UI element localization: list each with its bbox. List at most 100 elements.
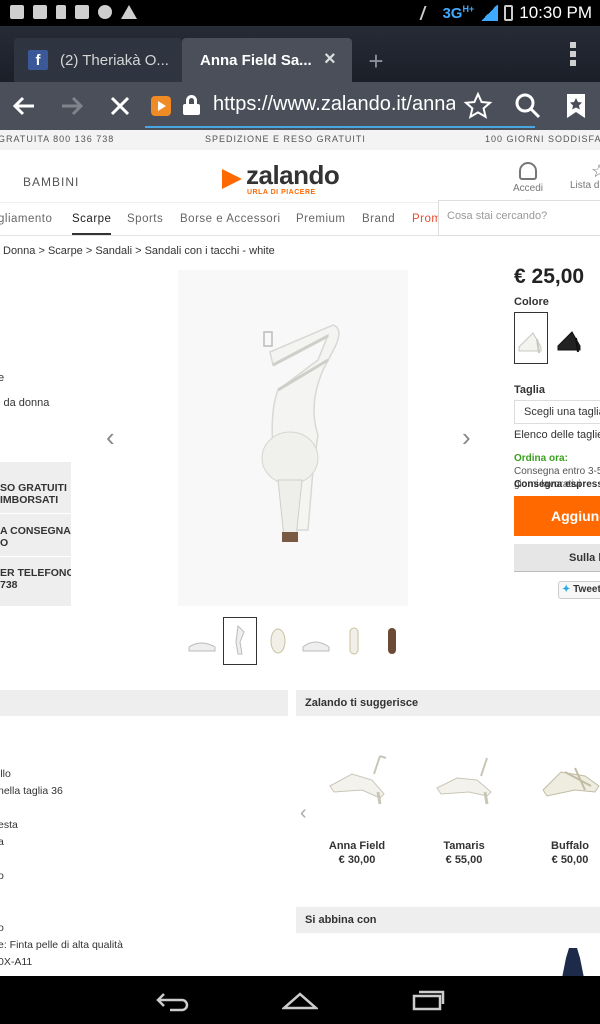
browser-tab-bar: f (2) Theriakà O... Anna Field Sa... × + xyxy=(0,26,600,82)
nav-scarpe[interactable]: Scarpe xyxy=(72,213,112,235)
returns-info: 100 GIORNI SODDISFATTI xyxy=(485,134,600,144)
web-page: GRATUITA 800 136 738 SPEDIZIONE E RESO G… xyxy=(0,130,600,976)
service-delivery[interactable]: A CONSEGNA O xyxy=(0,525,71,557)
mute-icon xyxy=(419,6,440,20)
thumbnail[interactable] xyxy=(261,617,295,665)
suggestion-item[interactable]: Buffalo € 50,00 xyxy=(530,726,600,866)
url-input[interactable]: https://www.zalando.it/anna-field-sandal… xyxy=(213,93,455,116)
next-image-arrow[interactable]: › xyxy=(462,422,471,453)
add-to-cart-button[interactable]: Aggiungi xyxy=(514,496,600,536)
service-phone[interactable]: ER TELEFONO 738 xyxy=(0,567,71,599)
order-now-label: Ordina ora: xyxy=(514,453,568,464)
image-icon xyxy=(75,5,89,19)
thumbnail[interactable] xyxy=(185,617,219,665)
product-info-text: e xyxy=(0,372,5,384)
suggestion-brand: Tamaris xyxy=(443,840,485,852)
suggestion-price: € 55,00 xyxy=(445,854,483,866)
secure-lock-icon xyxy=(183,95,200,115)
lock-icon xyxy=(56,5,66,19)
suggestion-brand: Buffalo xyxy=(551,840,589,852)
tab-title: Anna Field Sa... xyxy=(200,51,312,69)
color-swatch-white[interactable] xyxy=(514,312,548,364)
bookmark-star-icon[interactable] xyxy=(462,90,494,122)
battery-icon xyxy=(504,5,514,21)
flag-icon xyxy=(33,5,47,19)
forward-button[interactable] xyxy=(56,90,88,122)
gauge-icon xyxy=(98,5,112,19)
nav-sports[interactable]: Sports xyxy=(127,213,163,225)
page-load-progress xyxy=(145,126,535,128)
service-line: SO GRATUITI xyxy=(0,482,67,494)
nav-premium[interactable]: Premium xyxy=(296,213,346,225)
bookmarks-icon[interactable] xyxy=(560,90,592,122)
thumbnail-strip xyxy=(185,617,409,665)
wishlist-link[interactable]: ☆ Lista d xyxy=(570,162,600,191)
thumbnail-selected[interactable] xyxy=(223,617,257,665)
nav-brand[interactable]: Brand xyxy=(362,213,395,225)
stop-loading-button[interactable] xyxy=(104,90,136,122)
suggestion-image xyxy=(530,726,600,826)
logo-tagline: URLA DI PIACERE xyxy=(247,189,316,196)
dress-thumbnail[interactable] xyxy=(560,948,586,976)
tab-title: (2) Theriakà O... xyxy=(60,51,169,69)
suggestion-brand: Anna Field xyxy=(328,840,386,852)
product-category-text: i da donna xyxy=(0,397,50,409)
thumbnail[interactable] xyxy=(375,617,409,665)
color-label: Colore xyxy=(514,296,549,308)
close-tab-icon[interactable]: × xyxy=(324,49,340,69)
color-swatch-black[interactable] xyxy=(554,312,588,364)
back-nav-icon[interactable] xyxy=(154,988,190,1012)
prev-image-arrow[interactable]: ‹ xyxy=(106,422,115,453)
back-button[interactable] xyxy=(8,90,40,122)
logo-text: zalando xyxy=(246,160,340,190)
recent-apps-icon[interactable] xyxy=(410,988,446,1012)
suggestion-item[interactable]: Tamaris € 55,00 xyxy=(424,726,504,866)
home-nav-icon[interactable] xyxy=(282,988,318,1012)
tab-facebook[interactable]: f (2) Theriakà O... xyxy=(14,38,182,82)
nav-borse-accessori[interactable]: Borse e Accessori xyxy=(180,213,281,225)
twitter-icon: ✦ xyxy=(562,584,571,595)
tweet-button[interactable]: ✦ Tweet xyxy=(558,581,600,599)
suggestions-header: Zalando ti suggerisce xyxy=(296,690,600,716)
add-to-wishlist-button[interactable]: Sulla lista xyxy=(514,544,600,572)
thumbnail[interactable] xyxy=(337,617,371,665)
system-nav-bar xyxy=(0,976,600,1024)
suggestion-image xyxy=(424,726,504,826)
facebook-icon: f xyxy=(28,50,48,70)
thumbnail[interactable] xyxy=(299,617,333,665)
sandal-image xyxy=(261,324,340,542)
clock: 10:30 PM xyxy=(519,3,592,22)
nav-abbigliamento[interactable]: gliamento xyxy=(0,213,52,225)
system-indicators: 3GH+ 10:30 PM xyxy=(419,3,592,23)
tab-zalando[interactable]: Anna Field Sa... × xyxy=(182,38,352,82)
service-free-returns[interactable]: SO GRATUITI IMBORSATI xyxy=(0,482,71,514)
product-main-image[interactable] xyxy=(178,270,408,606)
service-line: ER TELEFONO xyxy=(0,567,71,579)
url-bar: https://www.zalando.it/anna-field-sandal… xyxy=(0,82,600,130)
network-sup-label: H+ xyxy=(462,4,475,14)
breadcrumb[interactable]: Donna > Scarpe > Sandali > Sandali con i… xyxy=(3,245,275,257)
user-icon xyxy=(519,162,537,180)
suggestions-prev-arrow[interactable]: ‹ xyxy=(300,802,307,825)
network-label: 3G xyxy=(442,5,463,22)
desc-line: a xyxy=(0,836,4,848)
desc-line: esta xyxy=(0,819,18,831)
service-box: SO GRATUITI IMBORSATI A CONSEGNA O ER TELE… xyxy=(0,462,71,606)
desc-line: e: Finta pelle di alta qualità xyxy=(0,939,123,951)
tweet-label: Tweet xyxy=(573,584,600,595)
new-tab-button[interactable]: + xyxy=(358,46,394,77)
login-button[interactable]: Accedi ⌄ xyxy=(508,162,548,205)
search-input[interactable]: Cosa stai cercando? xyxy=(438,200,600,236)
size-guide-link[interactable]: Elenco delle taglie xyxy=(514,429,600,441)
flipboard-icon xyxy=(10,5,24,19)
desc-line: o xyxy=(0,870,4,882)
product-price: € 25,00 xyxy=(514,265,585,288)
suggestion-item[interactable]: Anna Field € 30,00 xyxy=(317,726,397,866)
wishlist-label: Lista d xyxy=(570,180,600,191)
nav-bambini[interactable]: BAMBINI xyxy=(23,175,79,189)
menu-overflow-icon[interactable] xyxy=(570,42,576,69)
logo-mark-icon xyxy=(222,169,242,189)
suggestion-price: € 50,00 xyxy=(551,854,589,866)
size-select[interactable]: Scegli una taglia xyxy=(514,400,600,424)
search-icon[interactable] xyxy=(512,90,544,122)
